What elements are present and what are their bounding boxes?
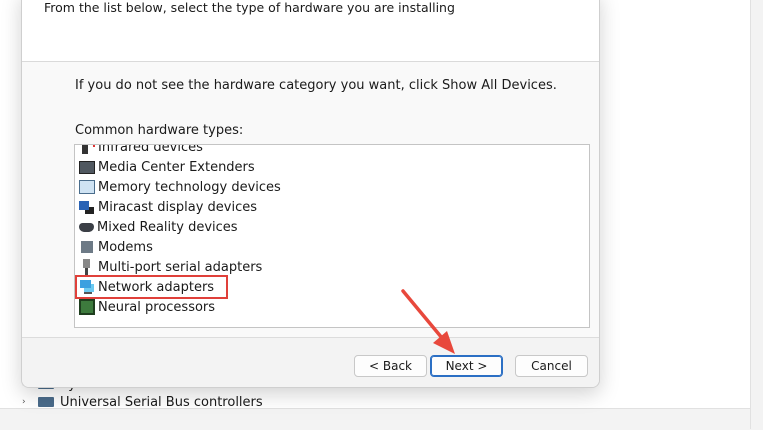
annotation-arrow <box>401 289 455 354</box>
arrow-shaft <box>401 289 449 346</box>
arrow-head <box>433 331 455 354</box>
